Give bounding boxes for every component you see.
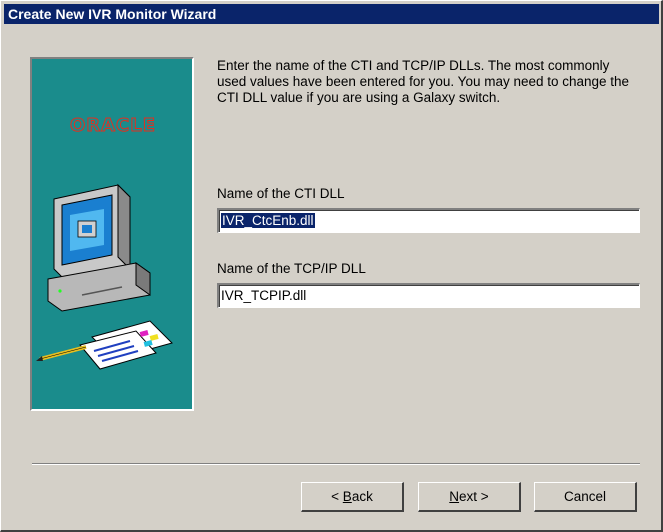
next-button[interactable]: Next > (418, 482, 521, 512)
wizard-dialog: Create New IVR Monitor Wizard ORACLE Ent… (0, 0, 663, 532)
cti-dll-input[interactable]: IVR_CtcEnb.dll (217, 208, 640, 233)
computer-monitor-icon (47, 183, 151, 312)
button-separator (32, 463, 640, 465)
wizard-side-panel: ORACLE (30, 57, 194, 411)
documents-pencil-icon (36, 320, 173, 370)
tcpip-dll-label: Name of the TCP/IP DLL (217, 261, 366, 276)
tcpip-dll-input[interactable]: IVR_TCPIP.dll (217, 283, 640, 308)
cti-dll-label: Name of the CTI DLL (217, 186, 345, 201)
back-button[interactable]: < Back (301, 482, 404, 512)
wizard-illustration (36, 183, 173, 370)
cancel-button[interactable]: Cancel (534, 482, 637, 512)
tcpip-dll-value: IVR_TCPIP.dll (221, 288, 307, 303)
cti-dll-value: IVR_CtcEnb.dll (221, 213, 315, 228)
instructions-text: Enter the name of the CTI and TCP/IP DLL… (217, 58, 630, 105)
window-title[interactable]: Create New IVR Monitor Wizard (4, 4, 659, 24)
